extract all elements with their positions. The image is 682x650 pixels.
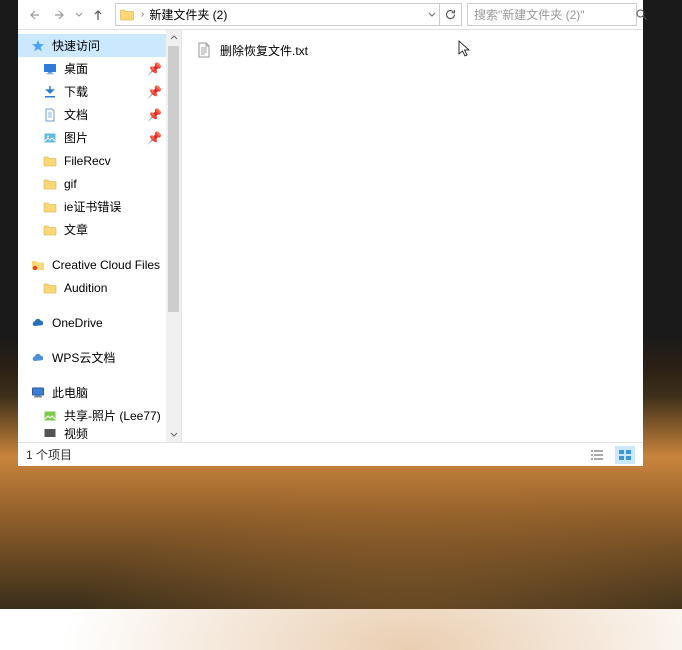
creative-cloud-icon <box>30 257 46 273</box>
sidebar-item-onedrive[interactable]: OneDrive <box>18 311 166 334</box>
sidebar-item-creative-cloud[interactable]: Creative Cloud Files <box>18 253 166 276</box>
chevron-down-icon <box>75 11 83 19</box>
chevron-down-icon <box>428 11 436 19</box>
nav-history-dropdown[interactable] <box>74 3 84 27</box>
sidebar-item-label: FileRecv <box>64 154 111 168</box>
sidebar-item-documents[interactable]: 文档 📌 <box>18 103 166 126</box>
sidebar-item-label: OneDrive <box>52 316 103 330</box>
cloud-icon <box>30 350 46 366</box>
arrow-right-icon <box>53 8 67 22</box>
address-dropdown[interactable] <box>423 11 439 19</box>
scroll-track[interactable] <box>166 46 181 426</box>
large-icons-icon <box>618 449 632 461</box>
status-bar: 1 个项目 <box>18 442 643 466</box>
scroll-up-button[interactable] <box>166 30 181 46</box>
picture-icon <box>42 408 58 424</box>
folder-icon <box>42 199 58 215</box>
file-list-pane[interactable]: 删除恢复文件.txt <box>182 30 643 442</box>
file-name: 删除恢复文件.txt <box>220 42 308 59</box>
sidebar-item-label: 共享-照片 (Lee77) <box>64 407 161 424</box>
search-button[interactable] <box>635 8 648 21</box>
nav-up-button[interactable] <box>86 3 110 27</box>
folder-icon <box>42 153 58 169</box>
folder-icon <box>42 222 58 238</box>
scroll-down-button[interactable] <box>166 426 181 442</box>
text-file-icon <box>196 42 212 58</box>
address-toolbar: › 新建文件夹 (2) <box>18 0 643 30</box>
icons-view-button[interactable] <box>615 446 635 464</box>
document-icon <box>42 107 58 123</box>
sidebar-item-label: 下载 <box>64 83 88 100</box>
pin-icon: 📌 <box>147 62 162 76</box>
pin-icon: 📌 <box>147 131 162 145</box>
sidebar-item-audition[interactable]: Audition <box>18 276 166 299</box>
sidebar-item-wps-cloud[interactable]: WPS云文档 <box>18 346 166 369</box>
star-icon <box>30 38 46 54</box>
sidebar-item-label: Audition <box>64 281 107 295</box>
sidebar-item-label: 文章 <box>64 221 88 238</box>
sidebar-item-label: 视频 <box>64 427 88 439</box>
sidebar-item-label: Creative Cloud Files <box>52 258 160 272</box>
sidebar-item-label: 图片 <box>64 129 88 146</box>
folder-icon <box>42 176 58 192</box>
pin-icon: 📌 <box>147 85 162 99</box>
refresh-button[interactable] <box>439 4 461 25</box>
sidebar-item-label: gif <box>64 177 77 191</box>
sidebar-item-pictures[interactable]: 图片 📌 <box>18 126 166 149</box>
arrow-left-icon <box>27 8 41 22</box>
chevron-up-icon <box>170 34 178 42</box>
nav-scrollbar <box>166 30 182 442</box>
search-input[interactable] <box>468 8 635 22</box>
details-icon <box>590 449 604 461</box>
folder-icon <box>119 7 135 23</box>
sidebar-item-filerecv[interactable]: FileRecv <box>18 149 166 172</box>
chevron-down-icon <box>170 430 178 438</box>
breadcrumb-current[interactable]: 新建文件夹 (2) <box>147 6 423 23</box>
scroll-thumb[interactable] <box>168 46 179 312</box>
arrow-up-icon <box>91 8 105 22</box>
computer-icon <box>30 385 46 401</box>
sidebar-item-label: ie证书错误 <box>64 198 121 215</box>
mouse-cursor <box>458 40 472 61</box>
sidebar-item-label: 此电脑 <box>52 384 88 401</box>
navigation-pane: 快速访问 桌面 📌 下载 📌 文档 📌 图片 📌 <box>18 30 166 442</box>
sidebar-item-gif[interactable]: gif <box>18 172 166 195</box>
download-icon <box>42 84 58 100</box>
sidebar-item-label: 桌面 <box>64 60 88 77</box>
sidebar-item-iecert[interactable]: ie证书错误 <box>18 195 166 218</box>
search-icon <box>635 8 648 21</box>
picture-icon <box>42 130 58 146</box>
breadcrumb-separator: › <box>138 9 147 20</box>
address-bar[interactable]: › 新建文件夹 (2) <box>115 3 462 26</box>
monitor-icon <box>42 61 58 77</box>
sidebar-item-articles[interactable]: 文章 <box>18 218 166 241</box>
pin-icon: 📌 <box>147 108 162 122</box>
item-count: 1 个项目 <box>26 446 579 463</box>
refresh-icon <box>444 8 457 21</box>
sidebar-item-label: 文档 <box>64 106 88 123</box>
nav-back-button[interactable] <box>22 3 46 27</box>
explorer-body: 快速访问 桌面 📌 下载 📌 文档 📌 图片 📌 <box>18 30 643 442</box>
folder-icon <box>42 280 58 296</box>
sidebar-item-videos[interactable]: 视频 <box>18 427 166 439</box>
sidebar-item-shared-photos[interactable]: 共享-照片 (Lee77) <box>18 404 166 427</box>
sidebar-item-desktop[interactable]: 桌面 📌 <box>18 57 166 80</box>
cloud-icon <box>30 315 46 331</box>
sidebar-item-quick-access[interactable]: 快速访问 <box>18 34 166 57</box>
details-view-button[interactable] <box>587 446 607 464</box>
search-box <box>467 3 637 26</box>
video-icon <box>42 427 58 439</box>
nav-forward-button[interactable] <box>48 3 72 27</box>
sidebar-item-label: 快速访问 <box>52 37 100 54</box>
file-explorer-window: › 新建文件夹 (2) 快速访问 桌面 📌 <box>18 0 643 466</box>
sidebar-item-this-pc[interactable]: 此电脑 <box>18 381 166 404</box>
sidebar-item-label: WPS云文档 <box>52 349 115 366</box>
file-item[interactable]: 删除恢复文件.txt <box>196 40 629 60</box>
sidebar-item-downloads[interactable]: 下载 📌 <box>18 80 166 103</box>
